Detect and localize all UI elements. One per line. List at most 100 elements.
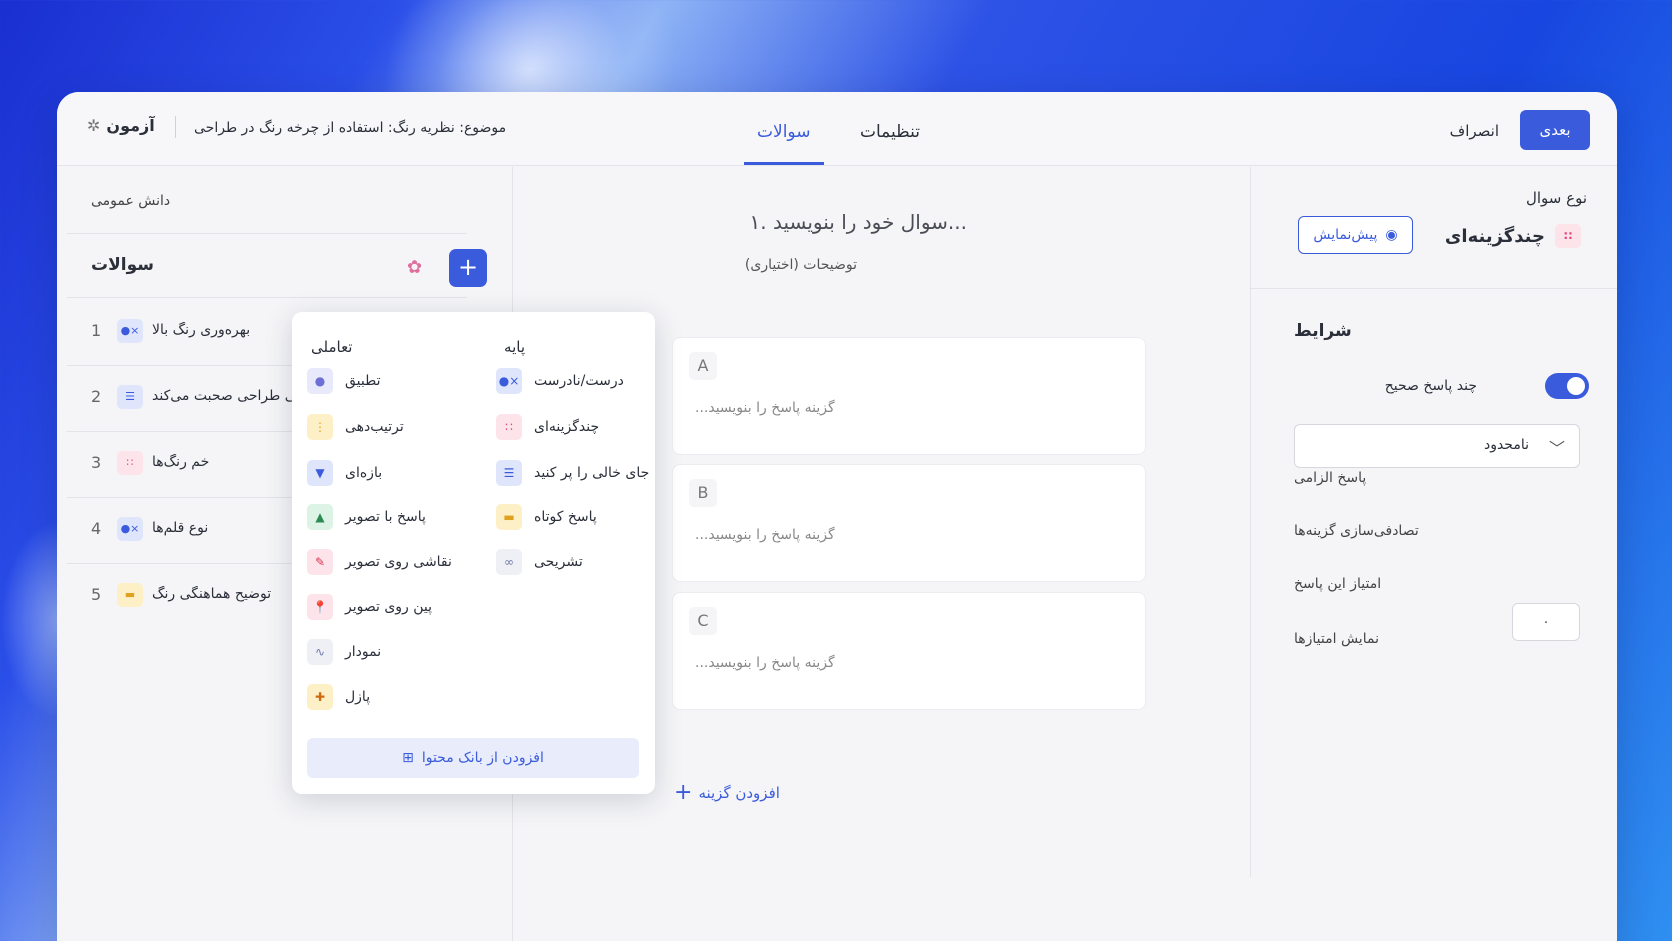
divider [67,233,467,234]
shuffle-options-option[interactable]: تصادفی‌سازی گزینه‌ها [1294,523,1419,539]
image-answer-icon: ▲ [307,504,333,530]
option-letter: C [689,607,717,635]
question-type-dropdown: پایه تعاملی ●× درست/نادرست ∷ چندگزینه‌ای… [292,312,655,794]
puzzle-icon: ✚ [307,684,333,710]
menu-item-label: نمودار [345,644,382,660]
cancel-button[interactable]: انصراف [1450,122,1499,140]
true-false-icon: ●× [117,319,143,343]
plus-icon: + [457,253,479,281]
option-letter: B [689,479,717,507]
next-button[interactable]: بعدی [1520,110,1590,150]
menu-item-ordering[interactable]: ⋮ ترتیب‌دهی [307,414,404,440]
pin-icon: 📍 [307,594,333,620]
panel-divider [1250,167,1251,877]
question-type-label: نوع سوال [1525,189,1587,207]
range-icon: ▼ [307,460,333,486]
menu-item-label: پاسخ کوتاه [534,509,597,525]
top-bar: ✲ آزمون موضوع: نظریه رنگ: استفاده از چرخ… [57,92,1617,166]
tab-settings[interactable]: تنظیمات [860,122,920,142]
header-separator [175,116,176,138]
multi-correct-label: چند پاسخ صحیح [1384,378,1477,394]
add-question-button[interactable]: + [449,249,487,287]
quiz-topic: موضوع: نظریه رنگ: استفاده از چرخه رنگ در… [194,120,507,136]
select-value: نامحدود [1483,437,1529,453]
short-answer-icon: ▬ [117,583,143,607]
answer-option-b[interactable]: B گزینه پاسخ را بنویسید... [672,464,1146,582]
questions-title: سوالات [91,255,154,275]
menu-item-label: ترتیب‌دهی [345,419,404,435]
matching-icon: ● [307,368,333,394]
divider [67,297,467,298]
menu-item-label: تطبیق [345,373,381,389]
menu-item-draw[interactable]: ✎ نقاشی روی تصویر [307,549,452,575]
basic-column-header: پایه [504,338,525,356]
category-label: دانش عمومی [91,193,171,209]
true-false-icon: ●× [117,517,143,541]
score-label: امتیاز این پاسخ [1294,576,1382,592]
multiple-choice-icon: ∷ [1555,224,1581,248]
eye-icon: ◉ [1385,227,1398,243]
question-number: 2 [91,387,102,406]
menu-item-matching[interactable]: ● تطبیق [307,368,381,394]
menu-item-graph[interactable]: ∿ نمودار [307,639,381,665]
preview-label: پیش‌نمایش [1313,227,1378,243]
preview-button[interactable]: پیش‌نمایش ◉ [1298,216,1413,254]
score-input[interactable]: ۰ [1512,603,1580,641]
true-false-icon: ●× [496,368,522,394]
draw-icon: ✎ [307,549,333,575]
menu-item-range[interactable]: ▼ بازه‌ای [307,460,382,486]
question-number: 4 [91,519,102,538]
essay-icon: ∞ [496,549,522,575]
menu-item-pin[interactable]: 📍 پین روی تصویر [307,594,432,620]
option-input[interactable]: گزینه پاسخ را بنویسید... [695,655,835,671]
show-scores-option[interactable]: نمایش امتیازها [1294,631,1379,647]
menu-item-label: جای خالی را پر کنید [534,465,650,481]
app-window: ✲ آزمون موضوع: نظریه رنگ: استفاده از چرخ… [57,92,1617,941]
required-answer-option[interactable]: پاسخ الزامی [1294,470,1366,486]
menu-item-essay[interactable]: ∞ تشریحی [496,549,583,575]
menu-item-true-false[interactable]: ●× درست/نادرست [496,368,624,394]
active-tab-indicator [744,162,824,165]
add-option-button[interactable]: + افزودن گزینه [674,780,780,805]
brand-title: آزمون [106,116,155,135]
question-number: 3 [91,453,102,472]
multi-correct-toggle[interactable] [1545,373,1589,399]
option-input[interactable]: گزینه پاسخ را بنویسید... [695,527,835,543]
menu-item-short-answer[interactable]: ▬ پاسخ کوتاه [496,504,597,530]
ai-assistant-icon[interactable]: ✿ [407,257,422,278]
question-number: 1 [91,321,102,340]
grid-plus-icon: ⊞ [402,750,414,766]
question-text-input[interactable]: ۱. سوال خود را بنویسید... [647,210,968,234]
menu-item-label: چندگزینه‌ای [534,419,600,435]
add-from-content-bank-button[interactable]: ⊞ افزودن از بانک محتوا [307,738,639,778]
question-number: 5 [91,585,102,604]
bank-label: افزودن از بانک محتوا [421,750,544,766]
answer-option-a[interactable]: A گزینه پاسخ را بنویسید... [672,337,1146,455]
answer-limit-select[interactable]: نامحدود ﹀ [1294,424,1580,468]
graph-icon: ∿ [307,639,333,665]
menu-item-image-answer[interactable]: ▲ پاسخ با تصویر [307,504,426,530]
menu-item-label: پین روی تصویر [345,599,433,615]
description-input[interactable]: توضیحات (اختیاری) [657,257,857,273]
answer-option-c[interactable]: C گزینه پاسخ را بنویسید... [672,592,1146,710]
menu-item-label: نقاشی روی تصویر [345,554,452,570]
question-type-value: چندگزینه‌ای [1444,225,1545,247]
divider [1251,288,1617,289]
menu-item-puzzle[interactable]: ✚ پازل [307,684,370,710]
option-input[interactable]: گزینه پاسخ را بنویسید... [695,400,835,416]
multiple-choice-icon: ∷ [496,414,522,440]
question-type-selector[interactable]: چندگزینه‌ای ∷ [1445,224,1581,248]
menu-item-fill-blank[interactable]: ☰ جای خالی را پر کنید [496,460,649,486]
menu-item-label: پاسخ با تصویر [345,509,426,525]
menu-item-multiple-choice[interactable]: ∷ چندگزینه‌ای [496,414,599,440]
menu-item-label: بازه‌ای [345,465,383,481]
fill-blank-icon: ☰ [496,460,522,486]
short-answer-icon: ▬ [496,504,522,530]
menu-item-label: تشریحی [534,554,583,570]
chevron-down-icon: ﹀ [1548,439,1565,458]
conditions-title: شرایط [1294,321,1352,341]
interactive-column-header: تعاملی [311,338,353,356]
fill-blank-icon: ☰ [117,385,143,409]
add-option-label: افزودن گزینه [698,783,780,802]
tab-questions[interactable]: سوالات [757,122,810,142]
